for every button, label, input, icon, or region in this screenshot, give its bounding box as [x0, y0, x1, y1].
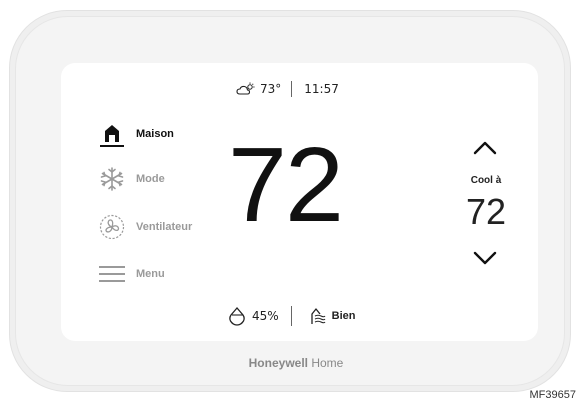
fan-icon: [98, 213, 126, 241]
nav-label-home: Maison: [136, 128, 174, 140]
setpoint-down-button[interactable]: [472, 250, 498, 266]
indoor-conditions-bar: 45% Bien: [228, 306, 356, 326]
setpoint-up-button[interactable]: [472, 140, 498, 156]
figure-code: MF39657: [529, 389, 576, 401]
nav-item-mode[interactable]: Mode: [98, 166, 165, 192]
partly-cloudy-icon: [236, 82, 256, 96]
nav-item-menu[interactable]: Menu: [98, 262, 165, 286]
chevron-down-icon: [472, 250, 498, 266]
outdoor-temperature: 73°: [260, 82, 282, 96]
status-divider: [291, 81, 293, 97]
humidity-droplet-icon: [228, 306, 246, 326]
nav-item-home[interactable]: Maison: [98, 120, 174, 148]
setpoint-mode-label: Cool à: [470, 175, 502, 186]
home-icon: [98, 120, 126, 148]
brand-name-bold: Honeywell: [248, 356, 308, 370]
setpoint-value: 72: [465, 191, 507, 232]
nav-label-mode: Mode: [136, 173, 165, 185]
status-bar: 73° 11:57: [236, 81, 339, 97]
humidity-value: 45%: [252, 309, 279, 323]
brand-logo: Honeywell Home: [236, 356, 356, 370]
air-quality-value: Bien: [331, 310, 356, 322]
indoor-temperature: 72: [228, 126, 344, 244]
nav-item-fan[interactable]: Ventilateur: [98, 213, 192, 241]
clock-time: 11:57: [304, 82, 339, 96]
air-quality-icon: [306, 306, 326, 326]
nav-label-menu: Menu: [136, 268, 165, 280]
snowflake-icon: [98, 166, 126, 192]
nav-label-fan: Ventilateur: [136, 221, 193, 233]
hamburger-menu-icon: [98, 262, 126, 286]
conditions-divider: [290, 306, 292, 326]
brand-name-light: Home: [311, 356, 344, 370]
chevron-up-icon: [472, 140, 498, 156]
